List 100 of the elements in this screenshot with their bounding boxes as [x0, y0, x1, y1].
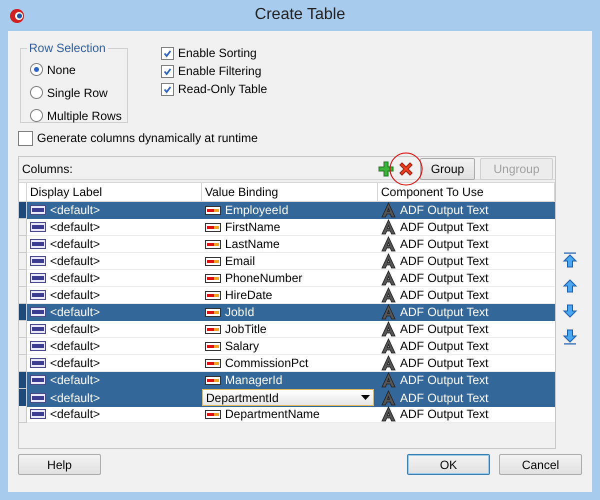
table-cell: ManagerId	[225, 373, 282, 387]
binding-icon	[205, 308, 221, 316]
row-header[interactable]	[19, 372, 27, 389]
binding-dropdown[interactable]: DepartmentId	[202, 389, 374, 406]
move-top-icon[interactable]	[562, 252, 578, 270]
table-cell: Email	[225, 254, 256, 268]
table-cell: ADF Output Text	[400, 288, 488, 302]
triangle-icon	[381, 372, 396, 388]
triangle-icon	[381, 236, 396, 252]
table-cell: <default>	[50, 271, 100, 285]
triangle-icon	[381, 270, 396, 286]
radio-label[interactable]: None	[47, 62, 76, 76]
triangle-icon	[381, 406, 396, 422]
table-cell: <default>	[50, 305, 100, 319]
tag-icon	[30, 324, 46, 334]
table-cell: ADF Output Text	[400, 220, 488, 234]
row-header[interactable]	[19, 202, 27, 219]
table-cell: CommissionPct	[225, 356, 308, 370]
table-cell: ADF Output Text	[400, 322, 488, 336]
triangle-icon	[381, 321, 396, 337]
row-header[interactable]	[19, 389, 27, 407]
tag-icon	[30, 307, 46, 317]
triangle-icon	[381, 202, 396, 218]
binding-icon	[205, 376, 221, 384]
checkbox-label[interactable]: Enable Sorting	[178, 46, 257, 60]
triangle-icon	[381, 355, 396, 371]
table-row[interactable]: <default> Salary ADF Output Text	[19, 338, 555, 355]
table-cell: PhoneNumber	[225, 271, 302, 285]
tag-icon	[30, 239, 46, 249]
binding-icon	[205, 324, 221, 334]
table-row[interactable]: <default> Email ADF Output Text	[19, 253, 555, 270]
radio-button[interactable]	[30, 86, 43, 99]
tag-icon	[30, 290, 46, 300]
table-cell: <default>	[50, 322, 100, 336]
table-cell: <default>	[50, 373, 100, 387]
triangle-icon	[381, 287, 396, 303]
table-cell: ADF Output Text	[400, 390, 488, 404]
app-logo-icon	[9, 8, 25, 24]
checkbox[interactable]	[161, 82, 174, 96]
triangle-icon	[381, 219, 396, 235]
binding-icon	[205, 410, 221, 418]
table-cell: <default>	[50, 203, 100, 217]
table-cell: ADF Output Text	[400, 373, 488, 387]
binding-icon	[205, 274, 221, 282]
tag-icon	[30, 205, 46, 215]
binding-icon	[205, 222, 221, 232]
checkbox[interactable]	[161, 46, 174, 60]
table-cell: <default>	[50, 254, 100, 268]
dialog-button[interactable]: OK	[407, 454, 490, 475]
table-row[interactable]: <default> JobId ADF Output Text	[19, 304, 555, 321]
delete-icon[interactable]	[398, 160, 414, 176]
column-header[interactable]: Component To Use	[378, 183, 555, 201]
checkbox-label[interactable]: Generate columns dynamically at runtime	[37, 131, 258, 145]
add-icon[interactable]	[378, 160, 394, 176]
table-row[interactable]: <default> LastName ADF Output Text	[19, 236, 555, 253]
group-label: Row Selection	[28, 41, 107, 55]
table-row[interactable]: <default> DepartmentId ADF Output Text	[19, 389, 555, 406]
group-button[interactable]: Group	[420, 158, 475, 180]
table-row[interactable]: <default> JobTitle ADF Output Text	[19, 321, 555, 338]
column-header[interactable]: Value Binding	[202, 183, 378, 201]
table-cell: EmployeeId	[225, 203, 288, 217]
table-cell: <default>	[50, 237, 100, 251]
table-cell: JobTitle	[225, 322, 267, 336]
table-cell: JobId	[225, 305, 254, 319]
triangle-icon	[381, 304, 396, 320]
table-cell: ADF Output Text	[400, 305, 488, 319]
row-header[interactable]	[19, 304, 27, 321]
radio-button[interactable]	[30, 109, 43, 122]
checkbox[interactable]	[161, 64, 174, 78]
dropdown-caret-icon	[361, 395, 370, 400]
table-row[interactable]: <default> DepartmentName ADF Output Text	[19, 406, 555, 423]
column-header[interactable]: Display Label	[27, 183, 202, 201]
move-down-icon[interactable]	[562, 302, 578, 320]
binding-icon	[205, 342, 221, 350]
triangle-icon	[381, 390, 396, 406]
table-cell: <default>	[50, 220, 100, 234]
radio-button[interactable]	[30, 63, 43, 76]
window-title: Create Table	[254, 6, 346, 24]
move-up-icon[interactable]	[562, 277, 578, 295]
table-cell: LastName	[225, 237, 280, 251]
table-row[interactable]: <default> FirstName ADF Output Text	[19, 219, 555, 236]
table-row[interactable]: <default> EmployeeId ADF Output Text	[19, 202, 555, 219]
checkbox-label[interactable]: Enable Filtering	[178, 64, 262, 78]
table-row[interactable]: <default> ManagerId ADF Output Text	[19, 372, 555, 389]
radio-label[interactable]: Single Row	[47, 86, 108, 100]
checkbox[interactable]	[18, 130, 33, 146]
tag-icon	[30, 256, 46, 266]
dialog-button[interactable]: Help	[18, 454, 101, 475]
tag-icon	[30, 273, 46, 283]
binding-icon	[205, 206, 221, 214]
tag-icon	[30, 392, 46, 402]
table-cell: HireDate	[225, 288, 272, 302]
table-cell: DepartmentName	[225, 407, 320, 421]
highlight-circle	[388, 150, 424, 186]
table-row[interactable]: <default> PhoneNumber ADF Output Text	[19, 270, 555, 287]
dialog-button[interactable]: Cancel	[499, 454, 582, 475]
checkbox-label[interactable]: Read-Only Table	[178, 82, 268, 96]
table-cell: FirstName	[225, 220, 280, 234]
move-bottom-icon[interactable]	[562, 327, 578, 345]
radio-label[interactable]: Multiple Rows	[47, 108, 122, 122]
